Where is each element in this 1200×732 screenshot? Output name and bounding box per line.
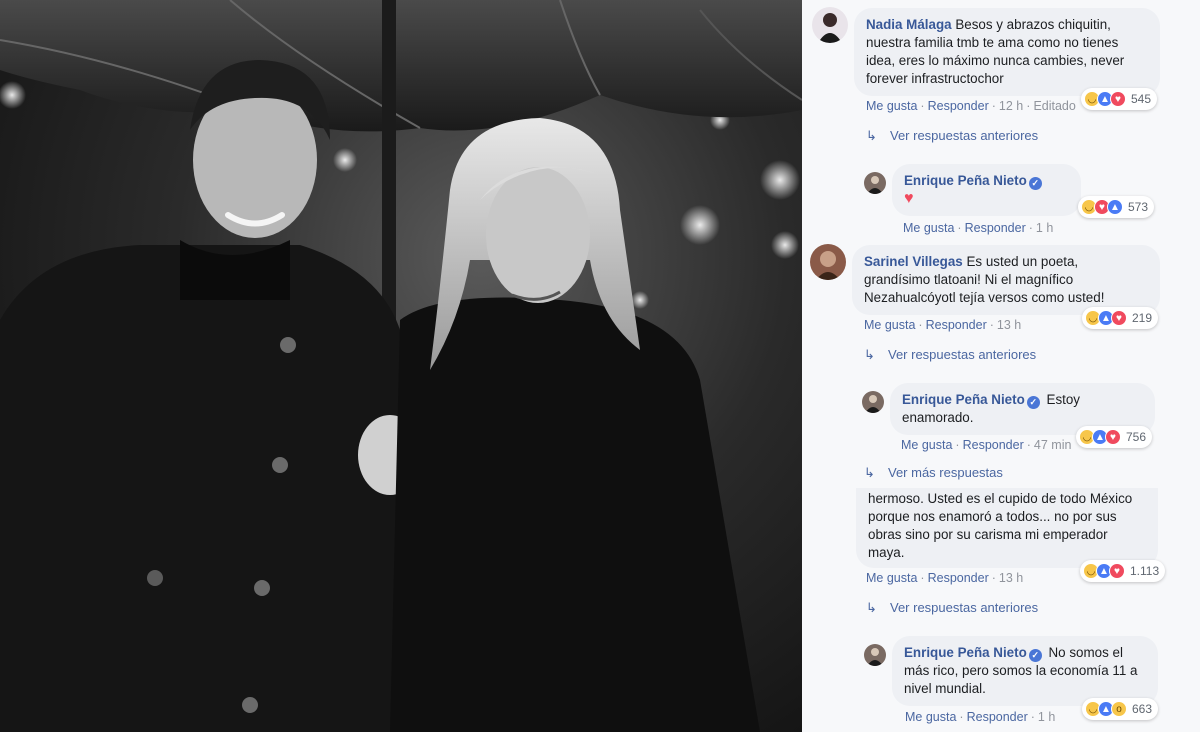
couple-under-umbrella-image <box>0 0 802 732</box>
timestamp[interactable]: 1 h <box>1036 221 1053 235</box>
avatar[interactable] <box>864 644 886 666</box>
view-more-replies[interactable]: ↳ Ver más respuestas <box>864 465 1003 481</box>
comments-panel: Nadia Málaga Besos y abrazos chiquitin, … <box>802 0 1200 732</box>
reaction-count: 545 <box>1131 92 1152 106</box>
reply-link[interactable]: Responder <box>928 99 989 113</box>
avatar[interactable] <box>864 172 886 194</box>
reply-link[interactable]: Responder <box>928 571 989 585</box>
like-link[interactable]: Me gusta <box>905 710 956 724</box>
comment-actions: Me gusta · Responder · 1 h <box>905 710 1056 724</box>
love-icon: ♥ <box>1111 310 1127 326</box>
reply-arrow-icon: ↳ <box>866 600 877 615</box>
reaction-summary[interactable]: ◡ ▲ ♥ 545 <box>1081 88 1158 110</box>
like-icon: ▲ <box>1107 199 1123 215</box>
comment-bubble: Nadia Málaga Besos y abrazos chiquitin, … <box>854 8 1160 96</box>
view-previous-replies[interactable]: ↳ Ver respuestas anteriores <box>866 128 1038 144</box>
reply-link[interactable]: Responder <box>967 710 1028 724</box>
more-label: Ver respuestas anteriores <box>888 347 1037 362</box>
edited-label[interactable]: Editado <box>1033 99 1075 113</box>
view-previous-replies[interactable]: ↳ Ver respuestas anteriores <box>866 600 1038 616</box>
avatar[interactable] <box>862 391 884 413</box>
love-icon: ♥ <box>1110 91 1126 107</box>
reaction-count: 219 <box>1132 311 1153 325</box>
reaction-summary[interactable]: ◡ ▲ ♥ 1.113 <box>1080 560 1166 582</box>
timestamp[interactable]: 12 h <box>999 99 1023 113</box>
comment-author[interactable]: Enrique Peña Nieto <box>904 645 1027 660</box>
reply-link[interactable]: Responder <box>926 318 987 332</box>
timestamp[interactable]: 13 h <box>997 318 1021 332</box>
reply-link[interactable]: Responder <box>963 438 1024 452</box>
reply-arrow-icon: ↳ <box>864 347 875 362</box>
more-label: Ver más respuestas <box>888 465 1003 480</box>
reaction-count: 573 <box>1128 200 1149 214</box>
comment-author[interactable]: Sarinel Villegas <box>864 254 963 269</box>
reaction-count: 1.113 <box>1130 564 1160 578</box>
reply-link[interactable]: Responder <box>965 221 1026 235</box>
view-previous-replies[interactable]: ↳ Ver respuestas anteriores <box>864 347 1036 363</box>
love-icon: ♥ <box>1105 429 1121 445</box>
comment-actions: Me gusta · Responder · 12 h · Editado <box>866 99 1076 113</box>
like-link[interactable]: Me gusta <box>901 438 952 452</box>
verified-badge-icon: ✓ <box>1026 396 1040 409</box>
comment-bubble: hermoso. Usted es el cupido de todo Méxi… <box>856 488 1158 568</box>
timestamp[interactable]: 47 min <box>1034 438 1072 452</box>
comment-bubble: Enrique Peña Nieto ✓ ♥ <box>892 164 1081 216</box>
comment-author[interactable]: Enrique Peña Nieto <box>904 173 1027 188</box>
reaction-count: 663 <box>1132 702 1153 716</box>
comment-author[interactable]: Enrique Peña Nieto <box>902 392 1025 407</box>
comment-actions: Me gusta · Responder · 13 h <box>864 318 1022 332</box>
comment-bubble: Sarinel Villegas Es usted un poeta, gran… <box>852 245 1160 315</box>
verified-badge-icon: ✓ <box>1028 177 1042 190</box>
like-link[interactable]: Me gusta <box>866 99 917 113</box>
reaction-summary[interactable]: ◡ ▲ o 663 <box>1082 698 1159 720</box>
wow-icon: o <box>1111 701 1127 717</box>
timestamp[interactable]: 13 h <box>999 571 1023 585</box>
avatar[interactable] <box>810 244 846 280</box>
avatar[interactable] <box>812 7 848 43</box>
timestamp[interactable]: 1 h <box>1038 710 1055 724</box>
like-link[interactable]: Me gusta <box>903 221 954 235</box>
reaction-count: 756 <box>1126 430 1147 444</box>
comment-text: hermoso. Usted es el cupido de todo Méxi… <box>868 491 1133 560</box>
reply-arrow-icon: ↳ <box>866 128 877 143</box>
verified-badge-icon: ✓ <box>1028 649 1042 662</box>
comment-text: ♥ <box>904 190 914 207</box>
comment-actions: Me gusta · Responder · 47 min <box>901 438 1072 452</box>
reaction-summary[interactable]: ◡ ▲ ♥ 756 <box>1076 426 1153 448</box>
reaction-summary[interactable]: ◡ ▲ ♥ 219 <box>1082 307 1159 329</box>
comment-actions: Me gusta · Responder · 13 h <box>866 571 1024 585</box>
like-link[interactable]: Me gusta <box>864 318 915 332</box>
more-label: Ver respuestas anteriores <box>890 600 1039 615</box>
like-link[interactable]: Me gusta <box>866 571 917 585</box>
news-photo <box>0 0 802 732</box>
more-label: Ver respuestas anteriores <box>890 128 1039 143</box>
reaction-summary[interactable]: ◡ ♥ ▲ 573 <box>1078 196 1155 218</box>
comment-author[interactable]: Nadia Málaga <box>866 17 952 32</box>
comment-bubble: Enrique Peña Nieto ✓ No somos el más rico… <box>892 636 1158 706</box>
reply-arrow-icon: ↳ <box>864 465 875 480</box>
love-icon: ♥ <box>1109 563 1125 579</box>
comment-actions: Me gusta · Responder · 1 h <box>903 221 1054 235</box>
